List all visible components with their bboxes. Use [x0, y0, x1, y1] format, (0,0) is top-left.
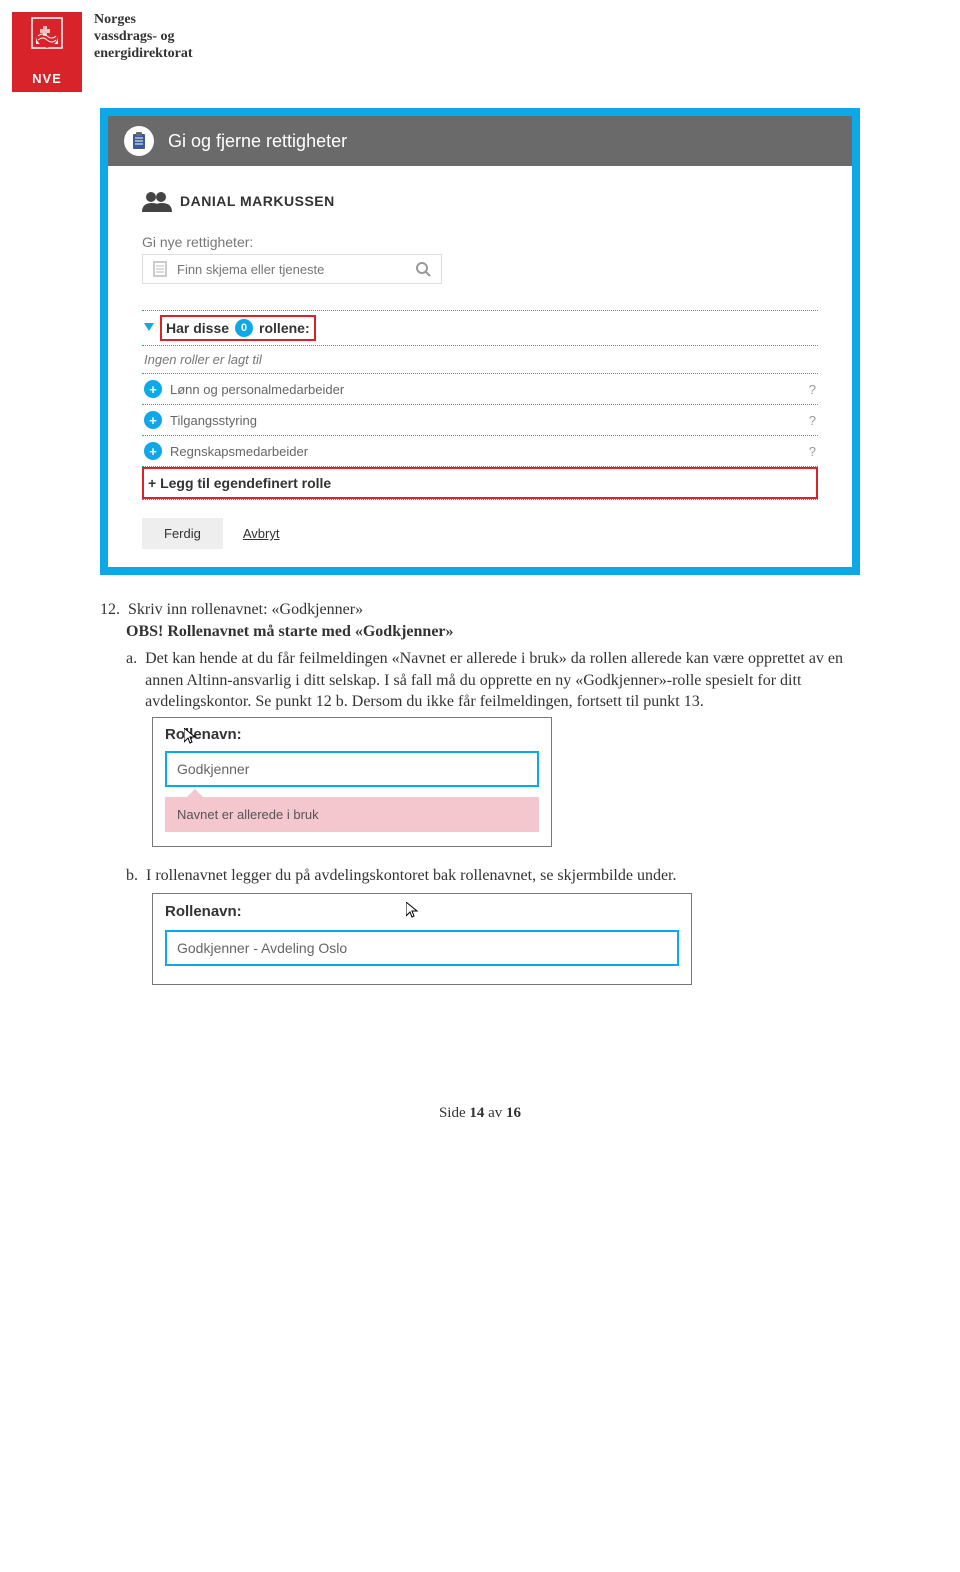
role-label: Tilgangsstyring: [170, 413, 257, 428]
search-icon[interactable]: [415, 261, 431, 277]
role-item[interactable]: + Tilgangsstyring ?: [142, 405, 818, 435]
role-item[interactable]: + Lønn og personalmedarbeider ?: [142, 374, 818, 404]
help-icon[interactable]: ?: [809, 444, 816, 459]
rolename-dept-screenshot: Rollenavn: Godkjenner - Avdeling Oslo: [152, 893, 692, 985]
org-line1: Norges: [94, 12, 193, 29]
cursor-icon: [184, 728, 196, 744]
rights-dialog: Gi og fjerne rettigheter DANIAL MARKUSSE…: [100, 108, 860, 575]
sub-b-label: b.: [126, 865, 138, 887]
footer-mid: av: [484, 1105, 506, 1121]
role-item[interactable]: + Regnskapsmedarbeider ?: [142, 436, 818, 466]
logo-text: NVE: [32, 71, 62, 86]
has-roles-highlight: Har disse 0 rollene:: [160, 315, 316, 341]
sub-a-text: Det kan hende at du får feilmeldingen «N…: [145, 648, 860, 713]
step-text: Skriv inn rollenavnet: «Godkjenner»: [128, 599, 363, 621]
role-label: Regnskapsmedarbeider: [170, 444, 308, 459]
has-roles-row[interactable]: Har disse 0 rollene:: [142, 311, 818, 345]
footer-page: 14: [469, 1105, 484, 1121]
org-line2: vassdrags- og: [94, 29, 193, 46]
plus-icon[interactable]: +: [144, 411, 162, 429]
clipboard-icon: [124, 126, 154, 156]
help-icon[interactable]: ?: [809, 413, 816, 428]
crest-icon: [30, 16, 64, 60]
plus-icon[interactable]: +: [144, 442, 162, 460]
user-row: DANIAL MARKUSSEN: [142, 190, 818, 212]
rolename-label: Rollenavn:: [165, 726, 539, 743]
people-icon: [142, 190, 172, 212]
rolename-input[interactable]: Godkjenner: [165, 751, 539, 787]
user-name: DANIAL MARKUSSEN: [180, 193, 335, 209]
document-icon: [153, 261, 167, 277]
role-label: Lønn og personalmedarbeider: [170, 382, 344, 397]
dialog-title: Gi og fjerne rettigheter: [168, 131, 347, 152]
triangle-down-icon: [144, 323, 154, 333]
done-button[interactable]: Ferdig: [142, 518, 223, 549]
give-rights-label: Gi nye rettigheter:: [142, 234, 818, 250]
add-custom-highlight: + Legg til egendefinert rolle: [142, 467, 818, 499]
dialog-title-bar: Gi og fjerne rettigheter: [108, 116, 852, 166]
has-roles-suffix: rollene:: [259, 320, 310, 336]
footer-prefix: Side: [439, 1105, 469, 1121]
add-custom-role[interactable]: + Legg til egendefinert rolle: [144, 469, 816, 497]
search-service-row[interactable]: [142, 254, 442, 284]
step-number: 12.: [100, 599, 120, 621]
plus-icon[interactable]: +: [144, 380, 162, 398]
page-header: NVE Norges vassdrags- og energidirektora…: [0, 0, 960, 98]
obs-note: OBS! Rollenavnet må starte med «Godkjenn…: [126, 621, 860, 643]
search-input[interactable]: [177, 262, 405, 277]
no-roles-text: Ingen roller er lagt til: [142, 346, 818, 373]
rolename-label-3: Rollenavn:: [165, 902, 679, 922]
page-footer: Side 14 av 16: [0, 1105, 960, 1122]
has-roles-prefix: Har disse: [166, 320, 229, 336]
cursor-icon: [406, 902, 418, 918]
org-line3: energidirektorat: [94, 46, 193, 63]
step-12b: b. I rollenavnet legger du på avdelingsk…: [100, 865, 860, 887]
org-name: Norges vassdrags- og energidirektorat: [94, 12, 193, 62]
sub-a-label: a.: [126, 648, 137, 713]
help-icon[interactable]: ?: [809, 382, 816, 397]
rolename-input-dept[interactable]: Godkjenner - Avdeling Oslo: [165, 930, 679, 966]
nve-logo: NVE: [12, 12, 82, 92]
footer-total: 16: [506, 1105, 521, 1121]
role-count-badge: 0: [235, 319, 253, 337]
error-message: Navnet er allerede i bruk: [165, 797, 539, 832]
rolename-error-screenshot: Rollenavn: Godkjenner Navnet er allerede…: [152, 717, 552, 847]
step-12: 12. Skriv inn rollenavnet: «Godkjenner» …: [100, 599, 860, 713]
sub-b-text: I rollenavnet legger du på avdelingskont…: [146, 865, 677, 887]
cancel-button[interactable]: Avbryt: [243, 518, 280, 549]
